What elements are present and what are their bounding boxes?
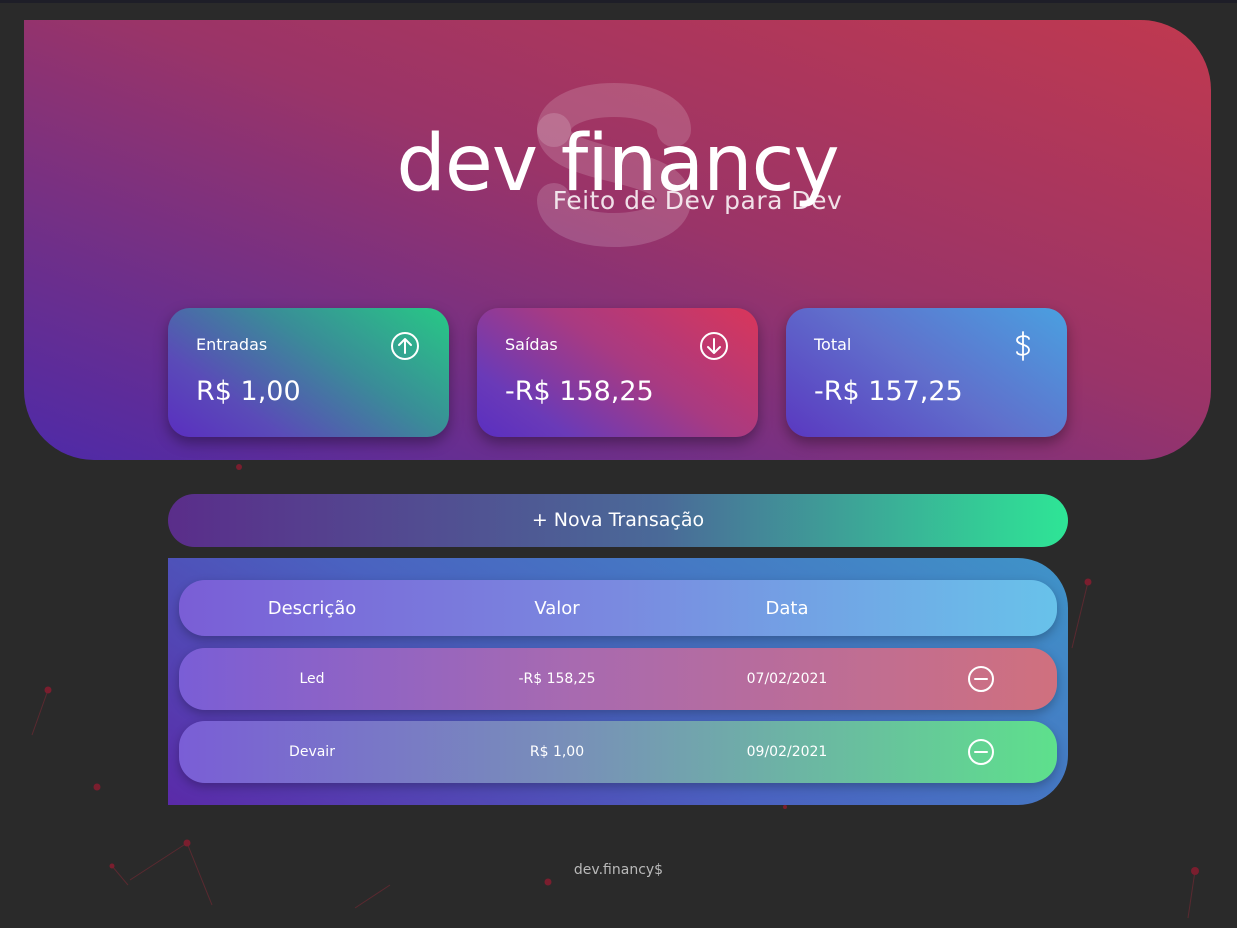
transaction-date: 09/02/2021 — [746, 744, 828, 760]
expense-label: Saídas — [505, 335, 558, 354]
income-label: Entradas — [196, 335, 268, 354]
minus-circle-icon[interactable] — [967, 665, 995, 693]
column-header-date: Data — [765, 597, 809, 619]
transaction-date: 07/02/2021 — [746, 671, 828, 687]
arrow-down-circle-icon — [700, 332, 728, 360]
total-label: Total — [814, 335, 852, 354]
expense-card: Saídas -R$ 158,25 — [477, 308, 758, 437]
app-header: dev financy Feito de Dev para Dev Entrad… — [24, 20, 1211, 460]
table-header: Descrição Valor Data — [179, 580, 1057, 636]
income-value: R$ 1,00 — [196, 376, 301, 407]
new-transaction-button[interactable]: + Nova Transação — [168, 494, 1068, 547]
table-row: Devair R$ 1,00 09/02/2021 — [179, 721, 1057, 783]
column-header-description: Descrição — [267, 597, 357, 619]
dollar-sign-icon — [1016, 331, 1030, 361]
expense-value: -R$ 158,25 — [505, 376, 654, 407]
total-value: -R$ 157,25 — [814, 376, 963, 407]
transaction-amount: -R$ 158,25 — [518, 671, 596, 687]
table-row: Led -R$ 158,25 07/02/2021 — [179, 648, 1057, 710]
transaction-description: Devair — [289, 744, 335, 760]
total-card: Total -R$ 157,25 — [786, 308, 1067, 437]
transaction-amount: R$ 1,00 — [529, 744, 585, 760]
logo: dev financy Feito de Dev para Dev — [24, 20, 1211, 280]
arrow-up-circle-icon — [391, 332, 419, 360]
column-header-amount: Valor — [534, 597, 580, 619]
income-card: Entradas R$ 1,00 — [168, 308, 449, 437]
transactions-table: Descrição Valor Data Led -R$ 158,25 07/0… — [168, 558, 1068, 805]
transaction-description: Led — [299, 671, 325, 687]
minus-circle-icon[interactable] — [967, 738, 995, 766]
app-subtitle: Feito de Dev para Dev — [552, 186, 843, 215]
footer: dev.financy$ — [573, 862, 664, 878]
